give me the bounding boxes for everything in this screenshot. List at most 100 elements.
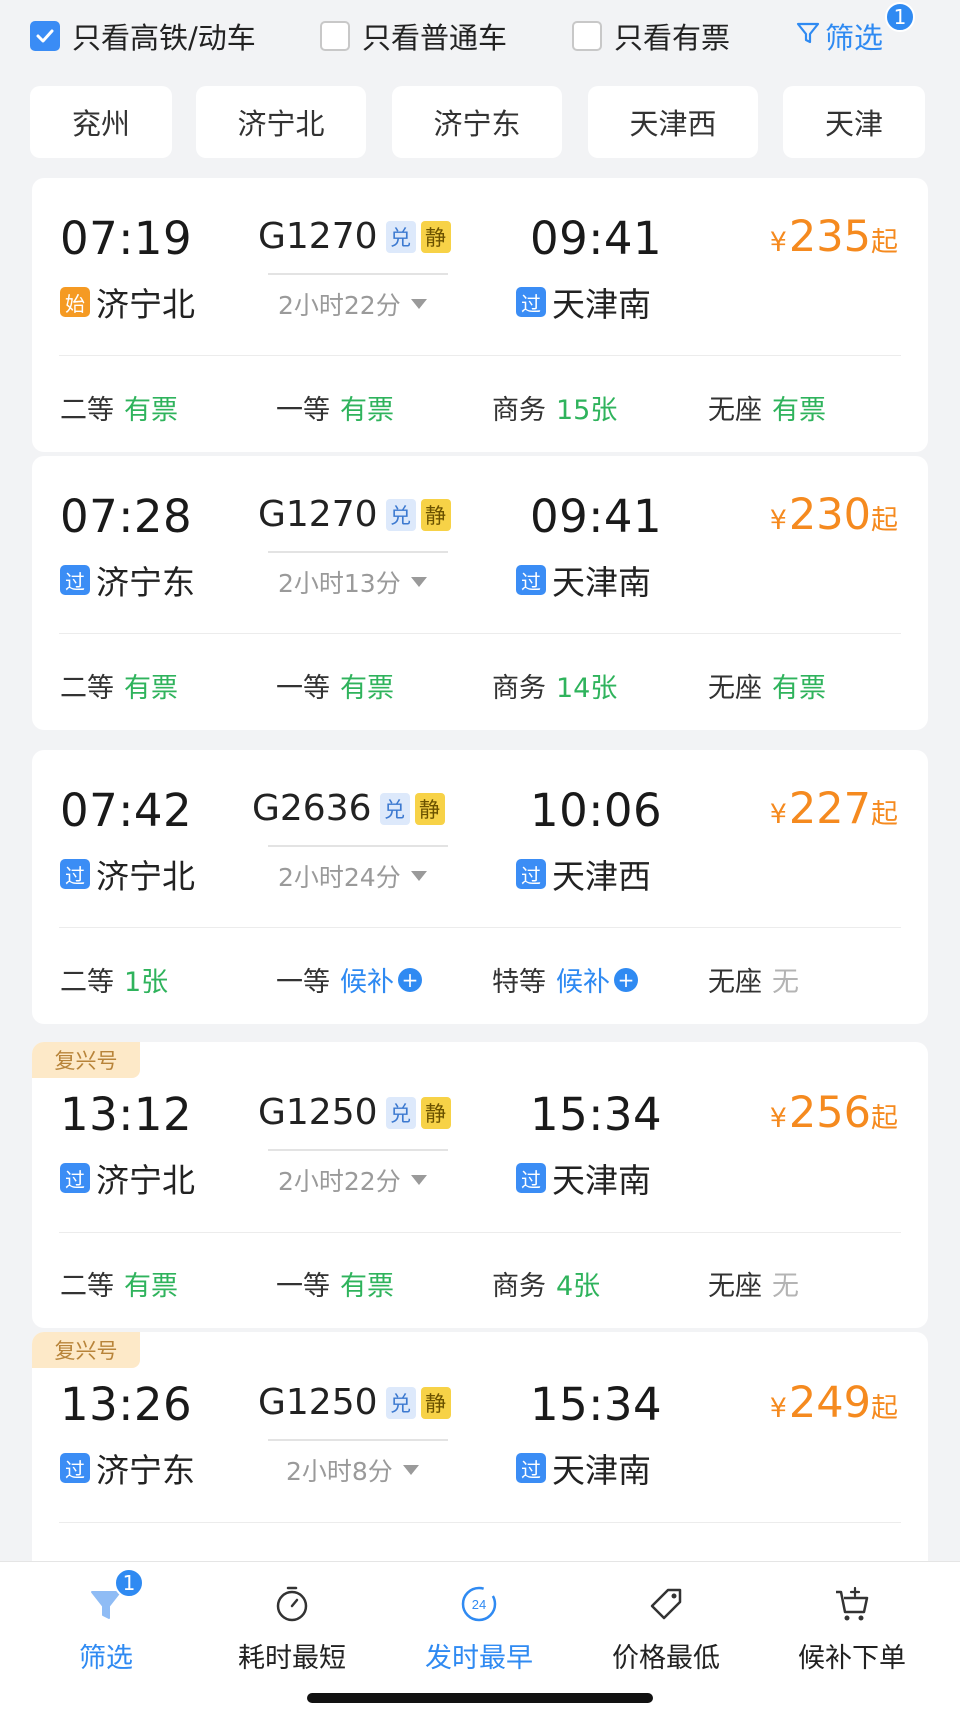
arrive-station: 过 天津南 [516, 556, 651, 604]
available-only-checkbox[interactable]: 只看有票 [572, 16, 730, 56]
high-speed-only-checkbox[interactable]: 只看高铁/动车 [30, 16, 256, 56]
seat-availability: 有票 [772, 395, 826, 426]
tab-label: 候补下单 [798, 1643, 906, 1674]
seat-second-class: 二等 有票 [60, 1264, 178, 1303]
card-divider [59, 633, 901, 634]
seat-name: 无座 [708, 673, 762, 704]
tab-shortest-duration[interactable]: 耗时最短 [196, 1578, 388, 1675]
arrive-station-name: 天津南 [552, 285, 651, 324]
station-chip[interactable]: 天津 [783, 86, 925, 158]
waitlist-link[interactable]: 候补 [556, 960, 610, 999]
available-only-label: 只看有票 [614, 21, 731, 55]
pass-station-marker: 过 [60, 1453, 90, 1483]
train-card[interactable]: 07:19 始 济宁北 G1270 兑 静 2小时22分 09:41 过 天津南… [32, 178, 928, 452]
arrive-time: 10:06 [530, 784, 663, 837]
currency-symbol: ¥ [769, 227, 787, 258]
train-number: G1250 兑 静 [258, 1382, 451, 1423]
seat-availability: 无 [772, 967, 799, 998]
duration-toggle[interactable]: 2小时22分 [278, 1162, 427, 1198]
duration-text: 2小时22分 [278, 291, 401, 320]
start-station-marker: 始 [60, 287, 90, 317]
train-card[interactable]: 07:28 过 济宁东 G1270 兑 静 2小时13分 09:41 过 天津南… [32, 456, 928, 730]
chevron-down-icon [402, 1465, 419, 1475]
duration-toggle[interactable]: 2小时22分 [278, 286, 427, 322]
currency-symbol: ¥ [769, 799, 787, 830]
chevron-down-icon [410, 871, 427, 881]
price: ¥ 227 起 [770, 784, 898, 834]
arrive-time: 15:34 [530, 1088, 663, 1141]
seat-availability: 4张 [556, 1271, 601, 1302]
tab-earliest-departure[interactable]: 24 发时最早 [383, 1578, 575, 1675]
train-number-text: G1270 [258, 494, 378, 535]
seat-name: 一等 [276, 967, 330, 998]
plus-icon[interactable]: + [614, 967, 638, 992]
price-tag-icon [644, 1578, 688, 1630]
arrive-station-name: 天津南 [552, 1451, 651, 1490]
arrive-station: 过 天津南 [516, 1444, 651, 1492]
depart-station: 过 济宁东 [60, 556, 195, 604]
seat-no-seat: 无座 有票 [708, 666, 826, 705]
duration-text: 2小时22分 [278, 1167, 401, 1196]
price-suffix: 起 [871, 1393, 898, 1424]
seat-second-class: 二等 1张 [60, 960, 168, 999]
seat-availability: 有票 [340, 395, 394, 426]
train-card[interactable]: 复兴号 13:12 过 济宁北 G1250 兑 静 2小时22分 15:34 过… [32, 1042, 928, 1328]
normal-only-checkbox[interactable]: 只看普通车 [320, 16, 507, 56]
pass-station-marker: 过 [60, 565, 90, 595]
seat-availability: 14张 [556, 673, 618, 704]
tab-label: 耗时最短 [238, 1643, 346, 1674]
station-chip[interactable]: 天津西 [588, 86, 758, 158]
depart-station-name: 济宁北 [96, 285, 195, 324]
chevron-down-icon [410, 1175, 427, 1185]
tab-waitlist-order[interactable]: 候补下单 [756, 1578, 948, 1675]
filter-button[interactable]: 筛选 1 [795, 2, 915, 56]
train-number-text: G2636 [252, 788, 372, 829]
exchange-badge: 兑 [385, 1386, 416, 1419]
price: ¥ 235 起 [770, 212, 898, 262]
duration-toggle[interactable]: 2小时8分 [286, 1452, 419, 1488]
seat-name: 二等 [60, 967, 114, 998]
price-value: 230 [788, 490, 871, 540]
checkbox-unchecked-icon [320, 21, 350, 51]
depart-time: 07:28 [60, 490, 193, 543]
fuxing-tag: 复兴号 [32, 1042, 140, 1078]
currency-symbol: ¥ [769, 1103, 787, 1134]
seat-name: 一等 [276, 1271, 330, 1302]
filter-icon: 1 [84, 1568, 144, 1630]
filter-row: 只看高铁/动车 只看普通车 只看有票 筛选 1 [0, 0, 960, 72]
seat-business-class: 商务 4张 [492, 1264, 600, 1303]
depart-time: 13:26 [60, 1378, 193, 1431]
train-number-text: G1270 [258, 216, 378, 257]
card-divider [59, 1522, 901, 1523]
duration-text: 2小时8分 [286, 1457, 393, 1486]
depart-station-name: 济宁东 [96, 563, 195, 602]
station-chip[interactable]: 济宁东 [392, 86, 562, 158]
duration-toggle[interactable]: 2小时13分 [278, 564, 427, 600]
tab-label: 价格最低 [612, 1643, 720, 1674]
duration-toggle[interactable]: 2小时24分 [278, 858, 427, 894]
exchange-badge: 兑 [385, 220, 416, 253]
station-chip[interactable]: 兖州 [30, 86, 172, 158]
waitlist-link[interactable]: 候补 [340, 960, 394, 999]
fuxing-tag: 复兴号 [32, 1332, 140, 1368]
arrive-station: 过 天津西 [516, 850, 651, 898]
checkbox-unchecked-icon [572, 21, 602, 51]
seat-no-seat: 无座 无 [708, 960, 799, 999]
price: ¥ 256 起 [770, 1088, 898, 1138]
depart-station: 过 济宁东 [60, 1444, 195, 1492]
train-card[interactable]: 07:42 过 济宁北 G2636 兑 静 2小时24分 10:06 过 天津西… [32, 750, 928, 1024]
station-chip[interactable]: 济宁北 [196, 86, 366, 158]
seat-premium-class[interactable]: 特等 候补 + [492, 960, 638, 999]
tab-filter[interactable]: 1 筛选 [10, 1568, 202, 1675]
plus-icon[interactable]: + [398, 967, 422, 992]
arrive-station-name: 天津南 [552, 563, 651, 602]
train-card[interactable]: 复兴号 13:26 过 济宁东 G1250 兑 静 2小时8分 15:34 过 … [32, 1332, 928, 1592]
train-number-text: G1250 [258, 1092, 378, 1133]
seat-first-class[interactable]: 一等 候补 + [276, 960, 422, 999]
duration-line [268, 845, 448, 847]
arrive-time: 15:34 [530, 1378, 663, 1431]
seat-name: 商务 [492, 395, 546, 426]
bottom-tab-bar: 1 筛选 耗时最短 24 发时最早 价格最低 候补下单 [0, 1561, 960, 1714]
tab-lowest-price[interactable]: 价格最低 [570, 1578, 762, 1675]
seat-name: 一等 [276, 673, 330, 704]
